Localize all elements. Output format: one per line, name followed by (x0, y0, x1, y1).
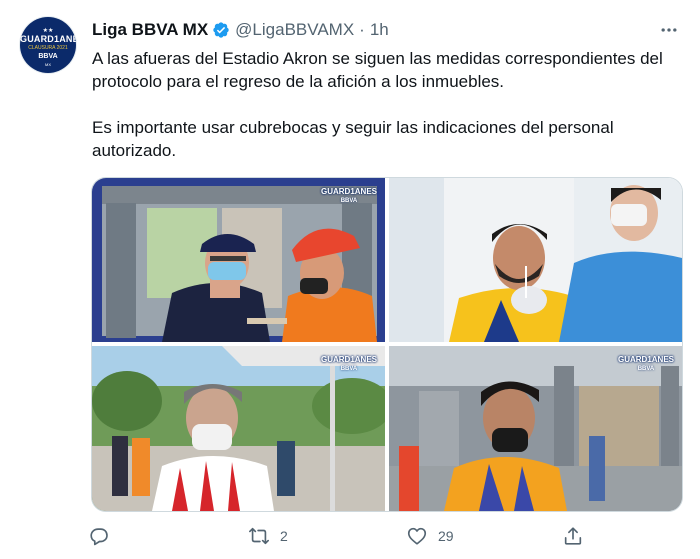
photo-security-check[interactable]: GUARD1ANES BBVA (92, 178, 385, 342)
reply-button[interactable] (88, 522, 120, 550)
photo-fan-metal-detector[interactable]: GUARD1ANES BBVA (389, 346, 682, 511)
reply-icon (90, 528, 108, 546)
retweet-icon (249, 527, 269, 545)
avatar-brand: BBVA (38, 53, 58, 60)
avatar-title: GUARD1ANES (20, 34, 76, 44)
timestamp[interactable]: 1h (370, 20, 389, 40)
watermark: GUARD1ANES BBVA (320, 187, 377, 205)
handle[interactable]: @LigaBBVAMX (235, 20, 354, 40)
verified-badge-icon (212, 21, 230, 39)
photo-nasal-swab-test[interactable] (389, 178, 682, 342)
separator-dot: · (359, 20, 365, 39)
avatar-stars: ★★ (42, 28, 54, 34)
tweet-paragraph-1: A las afueras del Estadio Akron se sigue… (92, 49, 663, 91)
retweet-button[interactable]: 2 (248, 522, 288, 550)
like-count: 29 (438, 528, 454, 544)
more-icon[interactable] (656, 20, 682, 40)
like-button[interactable]: 29 (406, 522, 454, 550)
tweet-actions: 2 29 (88, 522, 588, 550)
media-grid: GUARD1ANES BBVA GUARD1ANES BBVA GUARD1AN… (91, 177, 683, 512)
like-icon (407, 527, 427, 545)
tweet-text: A las afueras del Estadio Akron se sigue… (92, 47, 682, 162)
share-button[interactable] (562, 522, 594, 550)
tweet-paragraph-2: Es importante usar cubrebocas y seguir l… (92, 118, 614, 160)
watermark: GUARD1ANES BBVA (617, 355, 674, 373)
display-name[interactable]: Liga BBVA MX (92, 20, 208, 40)
tweet-header: Liga BBVA MX @LigaBBVAMX · 1h (92, 19, 389, 41)
retweet-count: 2 (280, 528, 288, 544)
avatar-subtitle: CLAUSURA 2021 (28, 45, 68, 51)
watermark: GUARD1ANES BBVA (320, 355, 377, 373)
photo-fan-check-tent[interactable]: GUARD1ANES BBVA (92, 346, 385, 511)
avatar[interactable]: ★★ GUARD1ANES CLAUSURA 2021 BBVA MX (20, 17, 76, 73)
share-icon (564, 527, 582, 545)
avatar-suffix: MX (45, 62, 51, 67)
